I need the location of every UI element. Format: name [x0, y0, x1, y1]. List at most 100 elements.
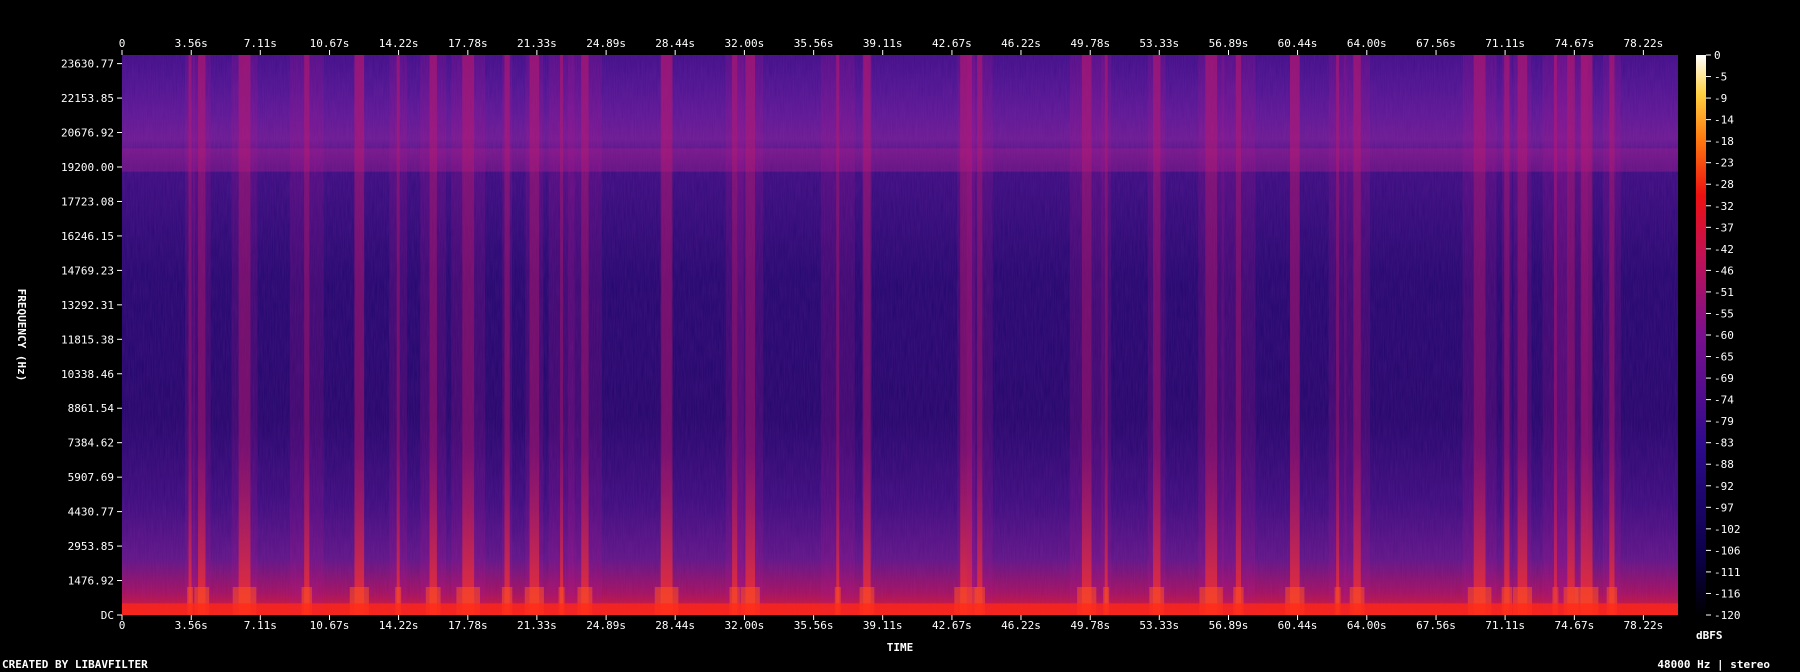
x-tick-bottom-label: 35.56s	[794, 619, 834, 632]
burst-halo	[1581, 55, 1592, 615]
x-tick-bottom-label: 10.67s	[310, 619, 350, 632]
y-tick-label: 16246.15	[61, 230, 114, 243]
burst-halo	[820, 55, 855, 615]
x-tick-bottom-label: 60.44s	[1278, 619, 1318, 632]
x-tick-top-label: 46.22s	[1001, 37, 1041, 50]
colorbar-tick-label: -18	[1714, 135, 1734, 148]
y-axis-label: FREQUENCY (Hz)	[15, 289, 28, 382]
x-tick-top-label: 53.33s	[1139, 37, 1179, 50]
burst-halo	[192, 55, 211, 615]
colorbar-tick-label: -97	[1714, 501, 1734, 514]
burst-halo	[1344, 55, 1371, 615]
colorbar-tick-label: -9	[1714, 92, 1727, 105]
y-tick-label: 23630.77	[61, 58, 114, 71]
x-tick-bottom-label: 0	[119, 619, 126, 632]
x-tick-top-label: 24.89s	[586, 37, 626, 50]
x-tick-top-label: 67.56s	[1416, 37, 1456, 50]
burst-halo	[1328, 55, 1347, 615]
y-tick-label: 2953.85	[68, 540, 114, 553]
colorbar-tick-label: -55	[1714, 307, 1734, 320]
x-tick-top-label: 3.56s	[175, 37, 208, 50]
x-tick-top-label: 0	[119, 37, 126, 50]
y-tick-label: 7384.62	[68, 437, 114, 450]
x-tick-bottom-label: 64.00s	[1347, 619, 1387, 632]
y-tick-label: 10338.46	[61, 368, 114, 381]
colorbar-tick-label: -14	[1714, 114, 1734, 127]
y-tick-label: 22153.85	[61, 92, 114, 105]
burst-halo	[354, 55, 365, 615]
x-tick-bottom-label: 7.11s	[244, 619, 277, 632]
x-tick-bottom-label: 56.89s	[1209, 619, 1249, 632]
colorbar: 0 -5 -9 -14 -18 -23 -28 -32 -37 -42 -46 -51 -55 -60 -6…	[1696, 49, 1741, 622]
burst-halo	[1289, 55, 1300, 615]
x-tick-bottom-label: 39.11s	[863, 619, 903, 632]
colorbar-tick-label: -120	[1714, 609, 1741, 622]
x-tick-top-label: 17.78s	[448, 37, 488, 50]
colorbar-tick-label: 0	[1714, 49, 1721, 62]
x-tick-top-label: 74.67s	[1554, 37, 1594, 50]
x-tick-bottom-label: 32.00s	[725, 619, 765, 632]
x-tick-top-label: 64.00s	[1347, 37, 1387, 50]
colorbar-tick-label: -74	[1714, 394, 1734, 407]
x-tick-top-label: 56.89s	[1209, 37, 1249, 50]
x-tick-top-label: 78.22s	[1624, 37, 1664, 50]
x-tick-bottom-label: 74.67s	[1554, 619, 1594, 632]
burst-halo	[1198, 55, 1225, 615]
y-axis: DC 1476.92 2953.85 4430.77 5907.69 7384.62 886…	[61, 58, 122, 622]
burst-halo	[1221, 55, 1256, 615]
x-tick-bottom-label: 71.11s	[1485, 619, 1525, 632]
colorbar-gradient	[1696, 55, 1706, 615]
x-tick-top-label: 21.33s	[517, 37, 557, 50]
burst-halo	[1147, 55, 1166, 615]
x-tick-bottom-label: 46.22s	[1001, 619, 1041, 632]
colorbar-tick-label: -60	[1714, 329, 1734, 342]
colorbar-tick-label: -46	[1714, 264, 1734, 277]
y-tick-label: 4430.77	[68, 506, 114, 519]
burst-halo	[737, 55, 764, 615]
low-frequency-band	[122, 603, 1678, 615]
x-tick-bottom-label: 78.22s	[1624, 619, 1664, 632]
y-tick-label: 8861.54	[68, 402, 115, 415]
burst-halo	[502, 55, 513, 615]
burst-halo	[231, 55, 258, 615]
burst-halo	[289, 55, 324, 615]
y-tick-label: 5907.69	[68, 471, 114, 484]
burst-halo	[661, 55, 672, 615]
colorbar-tick-label: -5	[1714, 71, 1727, 84]
x-tick-bottom-label: 24.89s	[586, 619, 626, 632]
colorbar-tick-label: -116	[1714, 587, 1741, 600]
y-tick-label: 19200.00	[61, 161, 114, 174]
y-tick-label: DC	[101, 609, 114, 622]
x-tick-top-label: 32.00s	[725, 37, 765, 50]
colorbar-tick-label: -92	[1714, 480, 1734, 493]
colorbar-tick-label: -23	[1714, 157, 1734, 170]
colorbar-tick-label: -51	[1714, 286, 1734, 299]
x-tick-bottom-label: 21.33s	[517, 619, 557, 632]
x-tick-top-label: 14.22s	[379, 37, 419, 50]
y-tick-label: 11815.38	[61, 333, 114, 346]
burst-halo	[1602, 55, 1621, 615]
burst-halo	[420, 55, 447, 615]
x-tick-bottom-label: 42.67s	[932, 619, 972, 632]
y-tick-label: 13292.31	[61, 299, 114, 312]
x-tick-top-label: 28.44s	[655, 37, 695, 50]
burst-halo	[389, 55, 408, 615]
colorbar-tick-label: -65	[1714, 351, 1734, 364]
x-tick-top-label: 60.44s	[1278, 37, 1318, 50]
spectrogram-chart: 0 3.56s 7.11s 10.67s 14.22s 17.78s 21.33s 24.89…	[2, 37, 1770, 671]
x-tick-bottom-label: 67.56s	[1416, 619, 1456, 632]
colorbar-tick-label: -83	[1714, 437, 1734, 450]
y-tick-label: 1476.92	[68, 575, 114, 588]
colorbar-tick-label: -28	[1714, 178, 1734, 191]
y-tick-label: 17723.08	[61, 195, 114, 208]
footer-credit: CREATED BY LIBAVFILTER	[2, 658, 148, 671]
x-tick-bottom-label: 28.44s	[655, 619, 695, 632]
x-tick-top-label: 35.56s	[794, 37, 834, 50]
burst-halo	[1462, 55, 1497, 615]
colorbar-tick-label: -79	[1714, 415, 1734, 428]
colorbar-ticks: 0 -5 -9 -14 -18 -23 -28 -32 -37 -42 -46 -51 -55 -60 -6…	[1706, 49, 1741, 622]
burst-halo	[966, 55, 993, 615]
burst-halo	[525, 55, 544, 615]
x-tick-bottom-label: 3.56s	[175, 619, 208, 632]
x-tick-top-label: 42.67s	[932, 37, 972, 50]
